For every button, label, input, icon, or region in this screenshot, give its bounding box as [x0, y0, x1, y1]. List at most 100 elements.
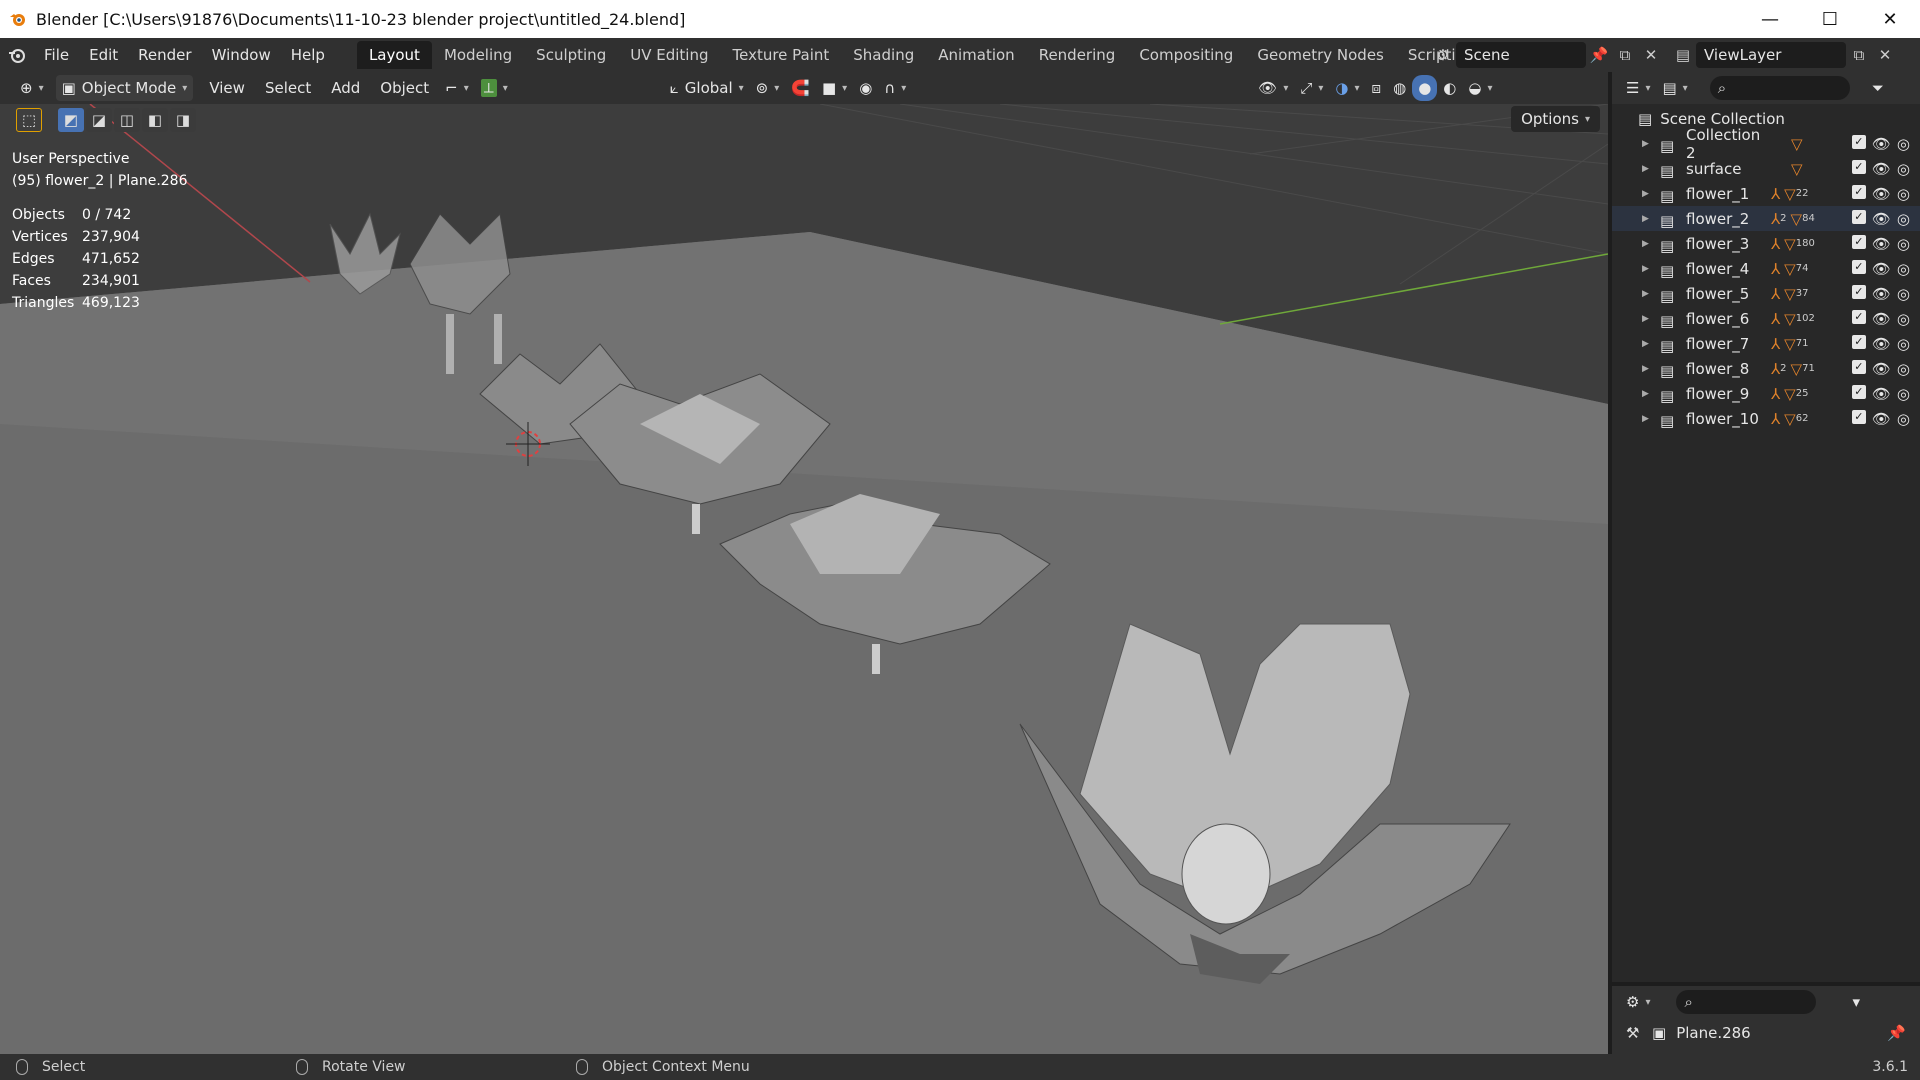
display-mode-icon[interactable]: ▤ ▾ — [1656, 75, 1693, 101]
outliner-row[interactable]: ▶ ▤ surface ▽ ✓ 👁 ◎ — [1612, 156, 1920, 181]
eye-icon[interactable]: 👁 — [1872, 410, 1891, 428]
pivot-point-icon[interactable]: ⊚ ▾ — [750, 75, 786, 101]
expand-arrow-icon[interactable]: ▶ — [1642, 139, 1654, 149]
camera-icon[interactable]: ◎ — [1897, 235, 1910, 253]
select-difference-icon[interactable]: ◧ — [142, 108, 168, 132]
menu-help[interactable]: Help — [281, 42, 335, 68]
menu-edit[interactable]: Edit — [79, 42, 128, 68]
expand-arrow-icon[interactable]: ▶ — [1642, 239, 1654, 249]
select-new-icon[interactable]: ◩ — [58, 108, 84, 132]
mode-dropdown[interactable]: ▣ Object Mode ▾ — [55, 75, 194, 101]
eye-icon[interactable]: 👁 — [1872, 360, 1891, 378]
3d-viewport[interactable]: ⬚ ◩ ◪ ◫ ◧ ◨ Options ▾ User Perspective (9… — [0, 104, 1608, 1054]
exclude-checkbox[interactable]: ✓ — [1851, 134, 1866, 149]
expand-arrow-icon[interactable]: ▶ — [1642, 214, 1654, 224]
tab-uv-editing[interactable]: UV Editing — [618, 41, 720, 69]
menu-select[interactable]: Select — [255, 75, 321, 101]
properties-editor-icon[interactable]: ⚙ ▾ — [1620, 989, 1656, 1015]
camera-icon[interactable]: ◎ — [1897, 260, 1910, 278]
proportional-editing-icon[interactable]: ◉ — [853, 75, 878, 101]
viewlayer-icon[interactable]: ▤ — [1670, 42, 1696, 68]
outliner-row[interactable]: ▶ ▤ flower_8 ⅄ 2 ▽ 71 ✓ 👁 ◎ — [1612, 356, 1920, 381]
rendered-shading-icon[interactable]: ◒ ▾ — [1462, 75, 1498, 101]
pin-icon[interactable]: 📌 — [1586, 42, 1612, 68]
gizmo-icon[interactable]: ⤢ ▾ — [1294, 75, 1329, 101]
new-viewlayer-icon[interactable]: ⧉ — [1846, 42, 1872, 68]
close-icon[interactable]: ✕ — [1860, 0, 1920, 38]
select-subtract-icon[interactable]: ◫ — [114, 108, 140, 132]
camera-icon[interactable]: ◎ — [1897, 335, 1910, 353]
outliner-row[interactable]: ▶ ▤ flower_6 ⅄ ▽ 102 ✓ 👁 ◎ — [1612, 306, 1920, 331]
options-dropdown[interactable]: Options ▾ — [1511, 106, 1600, 132]
camera-icon[interactable]: ◎ — [1897, 360, 1910, 378]
exclude-checkbox[interactable]: ✓ — [1851, 234, 1866, 249]
visibility-icon[interactable]: 👁 ▾ — [1252, 75, 1294, 101]
properties-options-icon[interactable]: ▾ — [1846, 989, 1866, 1015]
exclude-checkbox[interactable]: ✓ — [1851, 184, 1866, 199]
exclude-checkbox[interactable]: ✓ — [1851, 334, 1866, 349]
outliner-row[interactable]: ▶ ▤ flower_5 ⅄ ▽ 37 ✓ 👁 ◎ — [1612, 281, 1920, 306]
tab-modeling[interactable]: Modeling — [432, 41, 524, 69]
tab-sculpting[interactable]: Sculpting — [524, 41, 618, 69]
eye-icon[interactable]: 👁 — [1872, 135, 1891, 153]
tab-rendering[interactable]: Rendering — [1027, 41, 1128, 69]
exclude-checkbox[interactable]: ✓ — [1851, 384, 1866, 399]
material-shading-icon[interactable]: ◐ — [1437, 75, 1462, 101]
falloff-icon[interactable]: ∩ ▾ — [878, 75, 912, 101]
select-extend-icon[interactable]: ◪ — [86, 108, 112, 132]
camera-icon[interactable]: ◎ — [1897, 385, 1910, 403]
delete-scene-icon[interactable]: ✕ — [1638, 42, 1664, 68]
outliner-row[interactable]: ▶ ▤ flower_4 ⅄ ▽ 74 ✓ 👁 ◎ — [1612, 256, 1920, 281]
eye-icon[interactable]: 👁 — [1872, 260, 1891, 278]
orientation-dropdown[interactable]: ⟀ Global ▾ — [664, 75, 750, 101]
outliner-row[interactable]: ▶ ▤ flower_2 ⅄ 2 ▽ 84 ✓ 👁 ◎ — [1612, 206, 1920, 231]
menu-add[interactable]: Add — [321, 75, 370, 101]
outliner-editor-icon[interactable]: ☰ ▾ — [1620, 75, 1656, 101]
eye-icon[interactable]: 👁 — [1872, 185, 1891, 203]
delete-viewlayer-icon[interactable]: ✕ — [1872, 42, 1898, 68]
camera-icon[interactable]: ◎ — [1897, 160, 1910, 178]
camera-icon[interactable]: ◎ — [1897, 135, 1910, 153]
expand-arrow-icon[interactable]: ▶ — [1642, 314, 1654, 324]
exclude-checkbox[interactable]: ✓ — [1851, 309, 1866, 324]
expand-arrow-icon[interactable]: ▶ — [1642, 164, 1654, 174]
scene-icon[interactable]: ⚙ — [1430, 42, 1456, 68]
expand-arrow-icon[interactable]: ▶ — [1642, 339, 1654, 349]
exclude-checkbox[interactable]: ✓ — [1851, 159, 1866, 174]
menu-object[interactable]: Object — [370, 75, 439, 101]
tab-shading[interactable]: Shading — [841, 41, 926, 69]
snap-target-icon[interactable]: ■ ▾ — [816, 75, 853, 101]
blender-menu-icon[interactable] — [0, 45, 34, 65]
viewlayer-field[interactable]: ViewLayer — [1696, 42, 1846, 68]
outliner-row[interactable]: ▶ ▤ flower_3 ⅄ ▽ 180 ✓ 👁 ◎ — [1612, 231, 1920, 256]
menu-view[interactable]: View — [199, 75, 255, 101]
expand-arrow-icon[interactable]: ▶ — [1642, 264, 1654, 274]
filter-icon[interactable]: ⏷ — [1866, 75, 1890, 101]
tab-layout[interactable]: Layout — [356, 41, 432, 69]
expand-arrow-icon[interactable]: ▶ — [1642, 414, 1654, 424]
exclude-checkbox[interactable]: ✓ — [1851, 259, 1866, 274]
eye-icon[interactable]: 👁 — [1872, 335, 1891, 353]
scene-field[interactable]: Scene — [1456, 42, 1586, 68]
xray-icon[interactable]: ⧈ — [1366, 75, 1388, 101]
menu-file[interactable]: File — [34, 42, 79, 68]
exclude-checkbox[interactable]: ✓ — [1851, 359, 1866, 374]
exclude-checkbox[interactable]: ✓ — [1851, 409, 1866, 424]
exclude-checkbox[interactable]: ✓ — [1851, 209, 1866, 224]
eye-icon[interactable]: 👁 — [1872, 160, 1891, 178]
expand-arrow-icon[interactable]: ▶ — [1642, 289, 1654, 299]
eye-icon[interactable]: 👁 — [1872, 285, 1891, 303]
camera-icon[interactable]: ◎ — [1897, 185, 1910, 203]
menu-render[interactable]: Render — [128, 42, 201, 68]
select-intersect-icon[interactable]: ◨ — [170, 108, 196, 132]
minimize-icon[interactable]: — — [1740, 0, 1800, 38]
snap-toggle-icon[interactable]: 🧲 — [785, 75, 816, 101]
outliner-row[interactable]: ▶ ▤ flower_10 ⅄ ▽ 62 ✓ 👁 ◎ — [1612, 406, 1920, 431]
outliner-search-input[interactable]: ⌕ — [1709, 76, 1850, 100]
pin-icon[interactable]: 📌 — [1887, 1024, 1906, 1042]
menu-window[interactable]: Window — [202, 42, 281, 68]
outliner-row[interactable]: ▶ ▤ flower_1 ⅄ ▽ 22 ✓ 👁 ◎ — [1612, 181, 1920, 206]
editor-type-dropdown[interactable]: ⊕ ▾ — [14, 75, 50, 101]
expand-arrow-icon[interactable]: ▶ — [1642, 189, 1654, 199]
camera-icon[interactable]: ◎ — [1897, 310, 1910, 328]
